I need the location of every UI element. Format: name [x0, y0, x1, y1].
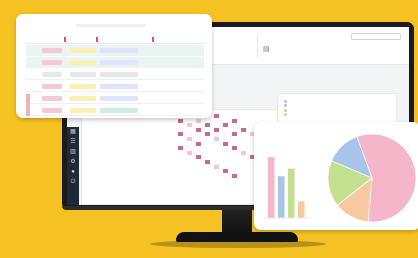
- list-icon[interactable]: ☰: [67, 137, 79, 147]
- matrix-cell[interactable]: [223, 141, 228, 146]
- table-header-row: [26, 36, 204, 44]
- matrix-cell[interactable]: [178, 132, 183, 137]
- column-marker: [96, 37, 98, 42]
- matrix-cell[interactable]: [196, 155, 201, 160]
- cell-tag[interactable]: [42, 108, 62, 113]
- matrix-cell[interactable]: [187, 123, 192, 128]
- table-row[interactable]: [26, 81, 204, 92]
- cell-tag[interactable]: [70, 72, 96, 77]
- server-icon: ▤: [263, 46, 270, 53]
- matrix-cell[interactable]: [205, 132, 210, 137]
- legend-item: [284, 113, 390, 116]
- matrix-cell[interactable]: [241, 127, 246, 132]
- bar-0[interactable]: [268, 157, 275, 218]
- title-progress-bar: [76, 24, 146, 27]
- cell-tag[interactable]: [100, 108, 138, 113]
- matrix-cell[interactable]: [187, 150, 192, 155]
- cell-tag[interactable]: [70, 96, 96, 101]
- table-row[interactable]: [26, 45, 204, 56]
- matrix-cell[interactable]: [241, 150, 246, 155]
- matrix-cell[interactable]: [178, 118, 183, 123]
- matrix-cell[interactable]: [232, 146, 237, 151]
- cell-tag[interactable]: [70, 60, 96, 65]
- matrix-cell[interactable]: [214, 137, 219, 141]
- table-row[interactable]: [26, 57, 204, 68]
- cell-tag[interactable]: [70, 108, 96, 113]
- cell-tag[interactable]: [100, 96, 138, 101]
- cell-tag[interactable]: [42, 96, 62, 101]
- cell-tag[interactable]: [42, 48, 62, 53]
- column-marker: [152, 37, 154, 42]
- legend-swatch: [284, 104, 287, 107]
- column-marker: [64, 37, 66, 42]
- bar-1[interactable]: [278, 176, 285, 218]
- bar-3[interactable]: [298, 201, 305, 218]
- bar-2[interactable]: [288, 168, 295, 218]
- cell-tag[interactable]: [42, 72, 62, 77]
- matrix-cell[interactable]: [196, 127, 201, 132]
- row-group-stripe: [26, 94, 30, 116]
- matrix-cell[interactable]: [223, 169, 228, 174]
- matrix-cell[interactable]: [205, 123, 210, 128]
- legend-item: [284, 104, 390, 107]
- matrix-cell[interactable]: [178, 146, 183, 151]
- matrix-cell[interactable]: [223, 123, 228, 128]
- matrix-cell[interactable]: [214, 114, 219, 118]
- chart-card: [254, 122, 418, 230]
- matrix-cell[interactable]: [187, 137, 192, 141]
- legend-swatch: [284, 113, 287, 116]
- table-row[interactable]: [26, 69, 204, 80]
- cell-tag[interactable]: [70, 48, 96, 53]
- settings-icon[interactable]: ⚙: [67, 157, 79, 167]
- legend-swatch: [284, 99, 287, 103]
- cell-tag[interactable]: [42, 60, 62, 65]
- charts-svg: [264, 133, 417, 223]
- cell-tag[interactable]: [70, 84, 96, 89]
- user-icon[interactable]: ●: [67, 167, 79, 177]
- matrix-cell[interactable]: [205, 160, 210, 164]
- table-row[interactable]: [26, 105, 204, 116]
- search-input[interactable]: [351, 33, 401, 40]
- legend-item: [284, 99, 390, 103]
- table-card: [16, 14, 212, 118]
- stat-card-2[interactable]: ▤: [257, 35, 327, 57]
- logout-icon[interactable]: ⏻: [67, 177, 79, 187]
- matrix-cell[interactable]: [232, 118, 237, 123]
- table-row[interactable]: [26, 93, 204, 104]
- matrix-cell[interactable]: [232, 173, 237, 178]
- matrix-cell[interactable]: [232, 132, 237, 137]
- cell-tag[interactable]: [42, 84, 62, 89]
- matrix-cell[interactable]: [214, 164, 219, 169]
- matrix-cell[interactable]: [196, 118, 201, 123]
- chart-icon[interactable]: ▥: [67, 147, 79, 157]
- matrix-cell[interactable]: [214, 127, 219, 132]
- matrix-cell[interactable]: [196, 141, 201, 146]
- cell-tag[interactable]: [100, 84, 138, 89]
- legend-item: [284, 108, 390, 112]
- grid-icon[interactable]: ▦: [67, 127, 79, 137]
- legend-swatch: [284, 108, 287, 112]
- cell-tag[interactable]: [100, 72, 138, 77]
- monitor-stand-base: [176, 232, 298, 242]
- cell-tag[interactable]: [100, 60, 138, 65]
- left-rail: ▦ ☰ ▥ ⚙ ● ⏻: [67, 127, 79, 205]
- cell-tag[interactable]: [100, 48, 138, 53]
